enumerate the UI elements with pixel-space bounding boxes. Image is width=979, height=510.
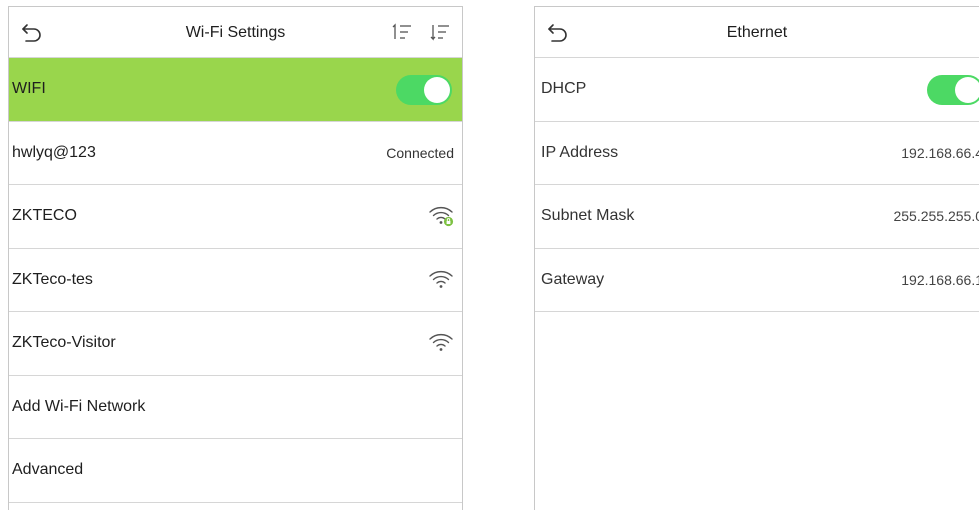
network-name: hwlyq@123 (12, 143, 96, 161)
wifi-locked-icon (429, 206, 454, 227)
page-title: Ethernet (726, 24, 788, 41)
wifi-toggle-switch[interactable] (396, 75, 452, 105)
network-name: ZKTECO (12, 207, 77, 224)
ip-address-label: IP Address (541, 143, 619, 161)
connection-status: Connected (386, 144, 454, 161)
subnet-mask-label: Subnet Mask (541, 207, 635, 224)
ip-address-value: 192.168.66.4 (901, 144, 979, 161)
network-row[interactable]: ZKTeco-Visitor (9, 312, 462, 376)
gateway-label: Gateway (541, 270, 605, 288)
advanced-row[interactable]: Advanced (9, 439, 462, 503)
network-name: ZKTeco-tes (12, 270, 93, 288)
dhcp-row[interactable]: DHCP (535, 58, 979, 122)
toggle-knob (424, 77, 450, 103)
gateway-value: 192.168.66.1 (901, 271, 979, 288)
network-row[interactable]: ZKTeco-tes (9, 249, 462, 312)
ip-address-row[interactable]: IP Address 192.168.66.4 (535, 122, 979, 185)
wifi-settings-panel: Wi-Fi Settings WIFI hwlyq@123 Connected … (8, 6, 463, 510)
gateway-row[interactable]: Gateway 192.168.66.1 (535, 249, 979, 312)
advanced-label: Advanced (12, 461, 84, 478)
subnet-mask-row[interactable]: Subnet Mask 255.255.255.0 (535, 185, 979, 249)
wifi-toggle-label: WIFI (12, 80, 46, 97)
wifi-toggle-row[interactable]: WIFI (9, 58, 462, 122)
sort-descending-icon[interactable] (430, 23, 450, 41)
subnet-mask-value: 255.255.255.0 (893, 208, 979, 224)
wifi-header: Wi-Fi Settings (9, 7, 462, 58)
network-name: ZKTeco-Visitor (12, 334, 116, 351)
network-row[interactable]: ZKTECO (9, 185, 462, 249)
dhcp-label: DHCP (541, 80, 587, 97)
ethernet-panel: Ethernet DHCP IP Address 192.168.66.4 Su… (534, 6, 979, 510)
sort-ascending-icon[interactable] (392, 23, 412, 41)
add-wifi-network-row[interactable]: Add Wi-Fi Network (9, 376, 462, 439)
dhcp-toggle-switch[interactable] (927, 75, 979, 105)
wifi-icon (429, 270, 453, 288)
wifi-icon (429, 333, 453, 351)
ethernet-header: Ethernet (535, 7, 979, 58)
network-row-connected[interactable]: hwlyq@123 Connected (9, 122, 462, 185)
toggle-knob (955, 77, 979, 103)
add-wifi-network-label: Add Wi-Fi Network (12, 397, 146, 415)
